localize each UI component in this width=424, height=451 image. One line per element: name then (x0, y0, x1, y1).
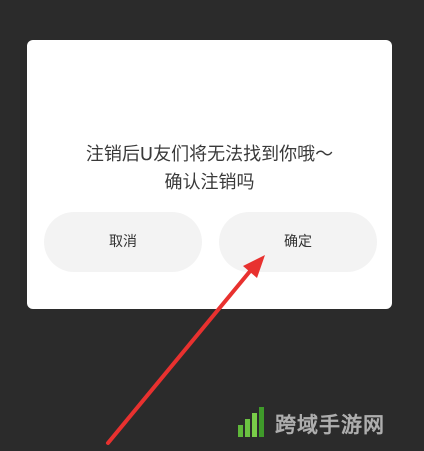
green-bars-logo-icon (238, 407, 264, 437)
logout-confirm-dialog: 注销后U友们将无法找到你哦～ 确认注销吗 取消 确定 (27, 40, 392, 309)
watermark: 跨域手游网 (237, 403, 417, 443)
dialog-message-line-1: 注销后U友们将无法找到你哦～ (85, 144, 334, 165)
confirm-button[interactable]: 确定 (219, 212, 377, 272)
watermark-text: 跨域手游网 (275, 412, 385, 437)
dialog-message: 注销后U友们将无法找到你哦～ 确认注销吗 (27, 141, 392, 197)
cancel-button[interactable]: 取消 (44, 212, 202, 272)
dialog-message-line-2: 确认注销吗 (164, 172, 255, 193)
